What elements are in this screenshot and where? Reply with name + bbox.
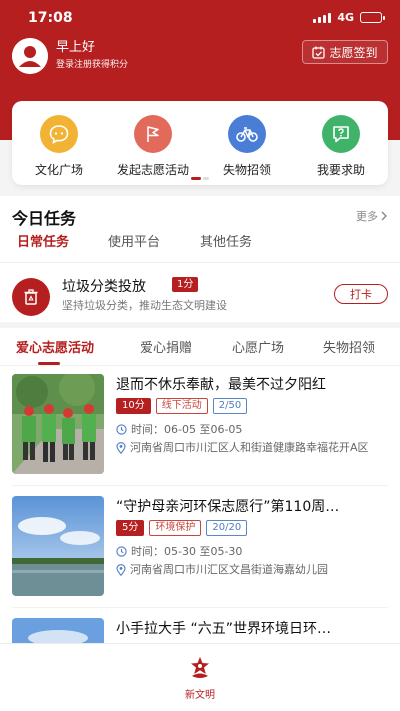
activity-time-text: 时间：06-05 至06-05	[131, 423, 243, 436]
divider	[0, 262, 400, 263]
tab-wish-square[interactable]: 心愿广场	[232, 337, 284, 356]
signal-icon	[313, 12, 332, 23]
quick-actions-card: 文化广场 发起志愿活动 失物招领 我要求助	[12, 101, 388, 185]
more-label: 更多	[356, 210, 378, 223]
activity-photo	[12, 618, 104, 643]
flag-icon	[134, 115, 172, 153]
activity-badges: 10分 线下活动 2/50	[116, 398, 248, 414]
bottom-tab-bar: 新文明	[0, 643, 400, 711]
quick-action-label: 失物招领	[222, 163, 271, 177]
task-points-badge: 1分	[172, 277, 199, 292]
activity-card[interactable]: 退而不休乐奉献，最美不过夕阳红 10分 线下活动 2/50 时间：06-05 至…	[12, 374, 388, 474]
clock-icon	[116, 546, 127, 557]
activity-address: 河南省周口市川汇区人和街道健康路幸福花开A区	[116, 440, 388, 456]
quick-action-label: 发起志愿活动	[116, 163, 189, 177]
user-header: 早上好 登录注册获得积分 志愿签到	[12, 36, 388, 76]
type-badge: 线下活动	[155, 398, 208, 414]
points-badge: 10分	[116, 398, 151, 414]
quick-action-label: 文化广场	[34, 163, 83, 177]
activity-time-text: 时间：05-30 至05-30	[131, 545, 243, 558]
more-tasks-link[interactable]: 更多	[356, 208, 388, 224]
tab-love-volunteer[interactable]: 爱心志愿活动	[16, 337, 94, 356]
tab-new-civilization-label[interactable]: 新文明	[0, 686, 400, 701]
quota-badge: 20/20	[206, 520, 248, 536]
quota-badge: 2/50	[212, 398, 248, 414]
activity-address-text: 河南省周口市川汇区文昌街道海嘉幼儿园	[130, 563, 328, 576]
status-bar: 17:08 4G	[0, 0, 400, 36]
tab-lost-found[interactable]: 失物招领	[323, 337, 375, 356]
login-hint[interactable]: 登录注册获得积分	[56, 57, 128, 70]
user-icon	[12, 38, 48, 74]
divider	[12, 607, 388, 608]
activity-card[interactable]: 小手拉大手 “六五”世界环境日环…	[12, 618, 388, 643]
location-pin-icon	[116, 564, 126, 576]
checkin-label: 志愿签到	[329, 45, 378, 60]
activity-card[interactable]: “守护母亲河环保志愿行”第110周… 5分 环境保护 20/20 时间：05-3…	[12, 496, 388, 596]
task-description: 坚持垃圾分类，推动生态文明建设	[62, 299, 227, 312]
status-time: 17:08	[28, 10, 73, 26]
question-chat-icon	[322, 115, 360, 153]
quick-action-label: 我要求助	[316, 163, 365, 177]
divider	[12, 485, 388, 486]
tab-daily-tasks[interactable]: 日常任务	[17, 231, 69, 250]
greeting-text: 早上好	[56, 40, 96, 55]
trash-bin-icon	[12, 278, 50, 316]
tab-other-tasks[interactable]: 其他任务	[200, 231, 252, 250]
activity-title: “守护母亲河环保志愿行”第110周…	[116, 499, 340, 515]
new-civilization-icon[interactable]	[186, 654, 214, 682]
volunteer-checkin-button[interactable]: 志愿签到	[302, 40, 388, 64]
active-tab-indicator	[38, 362, 60, 365]
activity-photo	[12, 496, 104, 596]
quick-action-lost-found[interactable]: 失物招领	[204, 115, 290, 178]
points-badge: 5分	[116, 520, 145, 536]
chevron-right-icon	[381, 211, 387, 221]
activity-tabs: 爱心志愿活动 爱心捐赠 心愿广场 失物招领	[0, 328, 400, 366]
clock-icon	[116, 424, 127, 435]
quick-action-culture-square[interactable]: 文化广场	[16, 115, 102, 178]
punch-in-button[interactable]: 打卡	[334, 284, 388, 304]
network-label: 4G	[337, 11, 354, 24]
page-indicator	[191, 177, 209, 180]
quick-action-start-volunteer[interactable]: 发起志愿活动	[110, 115, 196, 178]
tab-love-donation[interactable]: 爱心捐赠	[140, 337, 192, 356]
activity-address-text: 河南省周口市川汇区人和街道健康路幸福花开A区	[130, 441, 369, 454]
tab-use-platform[interactable]: 使用平台	[108, 231, 160, 250]
avatar[interactable]	[12, 38, 48, 74]
calendar-check-icon	[312, 46, 326, 59]
activity-title: 退而不休乐奉献，最美不过夕阳红	[116, 377, 326, 393]
type-badge: 环境保护	[149, 520, 202, 536]
activity-time: 时间：05-30 至05-30	[116, 544, 388, 560]
activities-section: 爱心志愿活动 爱心捐赠 心愿广场 失物招领 退而不休乐奉献，最美不过夕阳红 10…	[0, 328, 400, 643]
activity-badges: 5分 环境保护 20/20	[116, 520, 248, 536]
activity-photo	[12, 374, 104, 474]
chat-bubble-icon	[40, 115, 78, 153]
task-name: 垃圾分类投放	[62, 279, 146, 295]
status-indicators: 4G	[313, 11, 385, 24]
battery-icon	[360, 12, 385, 23]
activity-address: 河南省周口市川汇区文昌街道海嘉幼儿园	[116, 562, 388, 578]
activity-time: 时间：06-05 至06-05	[116, 422, 388, 438]
today-tasks-section: 今日任务 更多 日常任务 使用平台 其他任务 垃圾分类投放 1分 坚持垃圾分类，…	[0, 196, 400, 322]
activity-title: 小手拉大手 “六五”世界环境日环…	[116, 621, 331, 637]
today-tasks-title: 今日任务	[12, 209, 77, 228]
quick-action-ask-help[interactable]: 我要求助	[298, 115, 384, 178]
bike-icon	[228, 115, 266, 153]
location-pin-icon	[116, 442, 126, 454]
